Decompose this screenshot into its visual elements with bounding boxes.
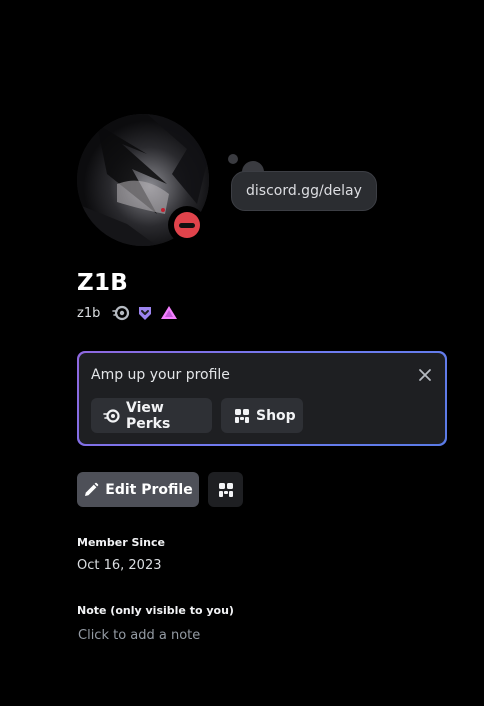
view-perks-label: View Perks (126, 399, 171, 432)
status-indicator (168, 206, 206, 244)
do-not-disturb-icon (174, 212, 200, 238)
shop-icon (233, 407, 251, 425)
member-since-label: Member Since (77, 536, 165, 549)
hypesquad-badge-icon[interactable] (136, 304, 154, 322)
shop-button[interactable]: Shop (221, 398, 303, 433)
shop-label: Shop (256, 407, 296, 424)
username: z1b (77, 305, 101, 321)
nitro-badge-icon[interactable] (112, 304, 130, 322)
shop-icon-button[interactable] (208, 472, 243, 507)
display-name: Z1B (77, 270, 129, 296)
username-row: z1b (77, 303, 184, 323)
close-icon[interactable] (415, 365, 435, 385)
nitro-icon (103, 407, 121, 425)
edit-profile-button[interactable]: Edit Profile (77, 472, 199, 507)
shop-icon (218, 482, 233, 497)
amp-card-title: Amp up your profile (91, 367, 230, 383)
view-perks-button[interactable]: View Perks (91, 398, 212, 433)
custom-status-bubble[interactable]: discord.gg/delay (231, 171, 377, 211)
boost-badge-icon[interactable] (160, 304, 178, 322)
edit-profile-label: Edit Profile (105, 481, 193, 498)
profile-panel: discord.gg/delay Z1B z1b Amp up your pro… (0, 0, 484, 706)
pencil-icon (83, 482, 99, 498)
thought-dot-small (228, 154, 238, 164)
member-since-date: Oct 16, 2023 (77, 558, 162, 573)
amp-profile-card: Amp up your profile View Perks Shop (77, 351, 447, 446)
note-input[interactable] (74, 622, 434, 648)
note-label: Note (only visible to you) (77, 604, 234, 617)
custom-status-text: discord.gg/delay (246, 183, 362, 199)
